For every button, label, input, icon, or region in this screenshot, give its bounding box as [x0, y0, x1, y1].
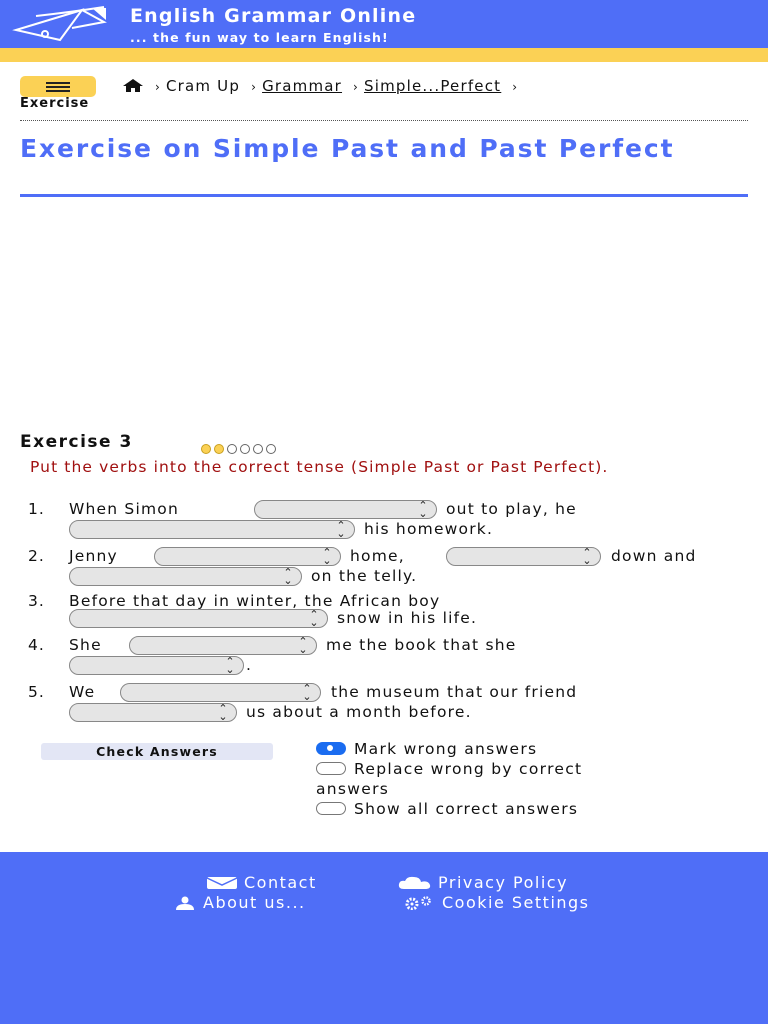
exercise-heading: Exercise 3: [20, 432, 133, 452]
site-title[interactable]: English Grammar Online: [130, 5, 416, 27]
verb-select[interactable]: ⌃ ⌄: [120, 683, 321, 702]
question-text: When Simon: [69, 500, 179, 518]
question-text: his homework.: [364, 520, 494, 538]
chevron-updown-icon: ⌃ ⌄: [218, 702, 228, 723]
option-replace-wrong[interactable]: Replace wrong by correct: [316, 760, 582, 778]
breadcrumb-grammar[interactable]: Grammar: [262, 77, 342, 95]
verb-select[interactable]: ⌃ ⌄: [69, 520, 355, 539]
question-number: 4.: [28, 636, 45, 654]
question-number: 5.: [28, 683, 45, 701]
paper-plane-logo-icon[interactable]: [12, 4, 108, 44]
chevron-updown-icon: ⌃ ⌄: [336, 519, 346, 540]
question-text: We: [69, 683, 96, 701]
site-footer: Contact Privacy Policy About us... Cooki…: [0, 852, 768, 1024]
question-number: 1.: [28, 500, 45, 518]
question-number: 2.: [28, 547, 45, 565]
envelope-icon: [206, 877, 238, 889]
verb-select[interactable]: ⌃ ⌄: [69, 609, 328, 628]
chevron-updown-icon: ⌃ ⌄: [322, 546, 332, 567]
progress-dot[interactable]: [266, 444, 276, 454]
radio-icon[interactable]: [316, 802, 346, 815]
option-show-all[interactable]: Show all correct answers: [316, 800, 578, 818]
breadcrumb: › Cram Up › Grammar › Simple...Perfect ›: [122, 77, 523, 95]
title-underline: [20, 194, 748, 197]
breadcrumb-cram-up[interactable]: Cram Up: [166, 77, 240, 95]
question-text: home,: [350, 547, 405, 565]
user-icon: [176, 896, 194, 910]
option-label: Show all correct answers: [354, 800, 579, 818]
menu-button[interactable]: [20, 76, 96, 97]
footer-cookie-link[interactable]: Cookie Settings: [402, 893, 590, 912]
site-tagline: ... the fun way to learn English!: [130, 30, 389, 45]
question-text: us about a month before.: [246, 703, 472, 721]
question-text: me the book that she: [326, 636, 517, 654]
page-title: Exercise on Simple Past and Past Perfect: [20, 134, 675, 163]
breadcrumb-current: Exercise: [20, 96, 90, 111]
question-text: out to play, he: [446, 500, 577, 518]
option-label: Replace wrong by correct: [354, 760, 583, 778]
chevron-updown-icon: ⌃ ⌄: [418, 499, 428, 520]
question-text: Before that day in winter, the African b…: [69, 592, 441, 610]
progress-dot[interactable]: [240, 444, 250, 454]
exercise-progress-dots: [201, 439, 279, 458]
hamburger-menu-icon: [46, 82, 70, 84]
chevron-updown-icon: ⌃ ⌄: [225, 655, 235, 676]
chevron-updown-icon: ⌃ ⌄: [298, 635, 308, 656]
option-mark-wrong[interactable]: Mark wrong answers: [316, 740, 537, 758]
question-text: the museum that our friend: [331, 683, 578, 701]
progress-dot[interactable]: [201, 444, 211, 454]
question-text: snow in his life.: [337, 609, 478, 627]
verb-select[interactable]: ⌃ ⌄: [446, 547, 601, 566]
question-number: 3.: [28, 592, 45, 610]
radio-selected-icon[interactable]: [316, 742, 346, 755]
divider: [20, 120, 748, 121]
chevron-updown-icon: ⌃ ⌄: [309, 608, 319, 629]
question-text: on the telly.: [311, 567, 418, 585]
verb-select[interactable]: ⌃ ⌄: [129, 636, 317, 655]
question-text: .: [246, 656, 253, 674]
question-text: down and: [611, 547, 697, 565]
option-label-continued: answers: [316, 780, 390, 798]
progress-dot[interactable]: [253, 444, 263, 454]
home-icon[interactable]: [122, 78, 144, 93]
progress-dot[interactable]: [214, 444, 224, 454]
verb-select[interactable]: ⌃ ⌄: [154, 547, 341, 566]
verb-select[interactable]: ⌃ ⌄: [69, 703, 237, 722]
chevron-updown-icon: ⌃ ⌄: [582, 546, 592, 567]
question-text: She: [69, 636, 102, 654]
verb-select[interactable]: ⌃ ⌄: [69, 567, 302, 586]
verb-select[interactable]: ⌃ ⌄: [254, 500, 437, 519]
progress-dot[interactable]: [227, 444, 237, 454]
header-stripe: [0, 48, 768, 62]
radio-icon[interactable]: [316, 762, 346, 775]
question-text: Jenny: [69, 547, 118, 565]
chevron-updown-icon: ⌃ ⌄: [302, 682, 312, 703]
breadcrumb-simple-perfect[interactable]: Simple...Perfect: [364, 77, 501, 95]
check-answers-button[interactable]: Check Answers: [41, 743, 273, 760]
cloud-icon: [398, 876, 431, 889]
verb-select[interactable]: ⌃ ⌄: [69, 656, 244, 675]
option-label: Mark wrong answers: [354, 740, 538, 758]
gears-icon: [405, 896, 431, 910]
site-header: English Grammar Online ... the fun way t…: [0, 0, 768, 48]
footer-privacy-link[interactable]: Privacy Policy: [398, 873, 568, 892]
chevron-updown-icon: ⌃ ⌄: [283, 566, 293, 587]
footer-about-link[interactable]: About us...: [173, 893, 306, 912]
exercise-instruction: Put the verbs into the correct tense (Si…: [30, 458, 609, 476]
footer-contact-link[interactable]: Contact: [206, 873, 317, 892]
